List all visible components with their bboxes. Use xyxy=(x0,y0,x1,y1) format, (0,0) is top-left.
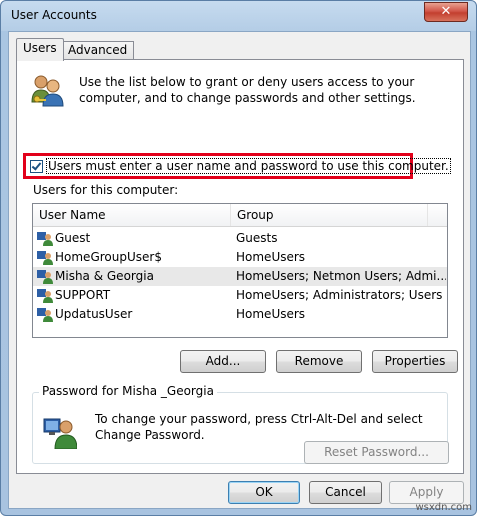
users-icon xyxy=(31,75,64,107)
table-row[interactable]: UpdatusUser HomeUsers xyxy=(33,305,447,324)
table-row[interactable]: HomeGroupUser$ HomeUsers xyxy=(33,248,447,267)
dialog-client-area: Users Advanced Use the list below to gra… xyxy=(8,31,471,509)
ok-button[interactable]: OK xyxy=(228,481,300,504)
table-row-selected[interactable]: Misha & Georgia HomeUsers; Netmon Users;… xyxy=(33,267,447,286)
close-icon: ✕ xyxy=(440,4,452,19)
title-bar[interactable]: User Accounts ✕ xyxy=(1,1,476,31)
user-icon xyxy=(37,308,53,322)
password-group-legend: Password for Misha _Georgia xyxy=(39,384,217,398)
users-list[interactable]: User Name Group Guest Guests HomeGroupUs… xyxy=(32,203,448,338)
table-row[interactable]: SUPPORT HomeUsers; Administrators; Users xyxy=(33,286,447,305)
password-instructions: To change your password, press Ctrl-Alt-… xyxy=(95,412,423,442)
close-button[interactable]: ✕ xyxy=(424,2,468,22)
dialog-footer: OK Cancel Apply xyxy=(9,479,470,508)
user-group-cell: HomeUsers; Administrators; Users xyxy=(236,288,443,302)
column-header-group[interactable]: Group xyxy=(231,204,428,226)
user-name-cell: Guest xyxy=(55,231,91,245)
cancel-button[interactable]: Cancel xyxy=(309,481,382,504)
user-password-icon xyxy=(43,418,77,449)
add-user-button[interactable]: Add... xyxy=(180,350,266,373)
user-accounts-window: User Accounts ✕ Users Advanced Use the l… xyxy=(0,0,477,516)
user-icon xyxy=(37,251,53,265)
watermark: wsxdn.com xyxy=(415,502,472,513)
user-icon xyxy=(37,289,53,303)
intro-text: Use the list below to grant or deny user… xyxy=(79,75,416,105)
remove-user-button[interactable]: Remove xyxy=(276,350,362,373)
users-list-header: User Name Group xyxy=(33,204,447,227)
user-name-cell: SUPPORT xyxy=(55,288,111,302)
user-group-cell: HomeUsers xyxy=(236,250,306,264)
user-name-cell: UpdatusUser xyxy=(55,307,133,321)
apply-button[interactable]: Apply xyxy=(389,481,464,504)
user-name-cell: Misha & Georgia xyxy=(55,269,154,283)
user-icon xyxy=(37,270,53,284)
require-password-highlight: Users must enter a user name and passwor… xyxy=(23,153,451,179)
user-group-cell: Guests xyxy=(236,231,278,245)
require-password-label[interactable]: Users must enter a user name and passwor… xyxy=(46,158,451,174)
tab-users-label: Users xyxy=(23,41,57,55)
require-password-checkbox[interactable] xyxy=(30,159,43,173)
properties-button[interactable]: Properties xyxy=(372,350,458,373)
tab-advanced-label: Advanced xyxy=(68,43,128,57)
tab-users[interactable]: Users xyxy=(16,38,64,61)
password-group: Password for Misha _Georgia To change yo… xyxy=(32,384,449,464)
tab-advanced[interactable]: Advanced xyxy=(61,41,135,59)
column-header-user-name[interactable]: User Name xyxy=(33,204,231,226)
user-group-cell: HomeUsers; Netmon Users; Admi... xyxy=(236,269,446,283)
table-row[interactable]: Guest Guests xyxy=(33,229,447,248)
user-group-cell: HomeUsers xyxy=(236,307,306,321)
users-list-caption: Users for this computer: xyxy=(33,183,179,197)
user-icon xyxy=(37,232,53,246)
reset-password-button[interactable]: Reset Password... xyxy=(304,441,449,464)
window-title: User Accounts xyxy=(11,8,97,22)
user-name-cell: HomeGroupUser$ xyxy=(55,250,162,264)
users-tab-panel: Use the list below to grant or deny user… xyxy=(16,59,464,474)
